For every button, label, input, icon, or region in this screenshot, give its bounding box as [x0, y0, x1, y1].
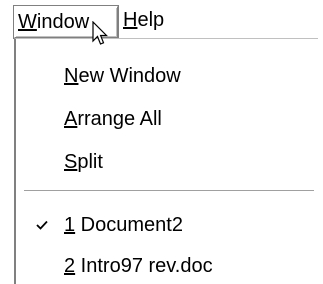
menu-item-split[interactable]: Split [16, 145, 316, 179]
menu-window-accel: W [18, 11, 37, 33]
window-dropdown-menu: New Window Arrange All Split 1 Document2… [14, 38, 318, 284]
menu-item-window-2[interactable]: 2 Intro97 rev.doc [16, 249, 316, 283]
checkmark-icon [32, 208, 52, 242]
menu-bar: Window Help [0, 0, 323, 38]
menu-item-new-window[interactable]: New Window [16, 59, 316, 93]
menu-item-window-1[interactable]: 1 Document2 [16, 208, 316, 242]
arrow-cursor-icon [92, 20, 112, 51]
menu-item-window-2-accel: 2 [64, 255, 76, 277]
menu-item-split-accel: S [64, 151, 78, 173]
menu-help-accel: H [123, 9, 138, 31]
menu-item-split-label: plit [77, 151, 103, 173]
menu-separator [24, 190, 314, 192]
menu-item-arrange-all[interactable]: Arrange All [16, 102, 316, 136]
menu-help-label: elp [137, 9, 165, 31]
menu-window-label: indow [36, 11, 90, 33]
menu-item-arrange-all-accel: A [64, 108, 78, 130]
menu-item-arrange-all-label: rrange All [77, 108, 162, 130]
menu-help[interactable]: Help [120, 5, 167, 35]
menu-item-window-1-label: Document2 [75, 214, 183, 236]
menu-item-window-1-accel: 1 [64, 214, 76, 236]
menu-item-new-window-accel: N [64, 65, 79, 87]
menu-item-new-window-label: ew Window [78, 65, 181, 87]
menu-item-window-2-label: Intro97 rev.doc [75, 255, 213, 277]
